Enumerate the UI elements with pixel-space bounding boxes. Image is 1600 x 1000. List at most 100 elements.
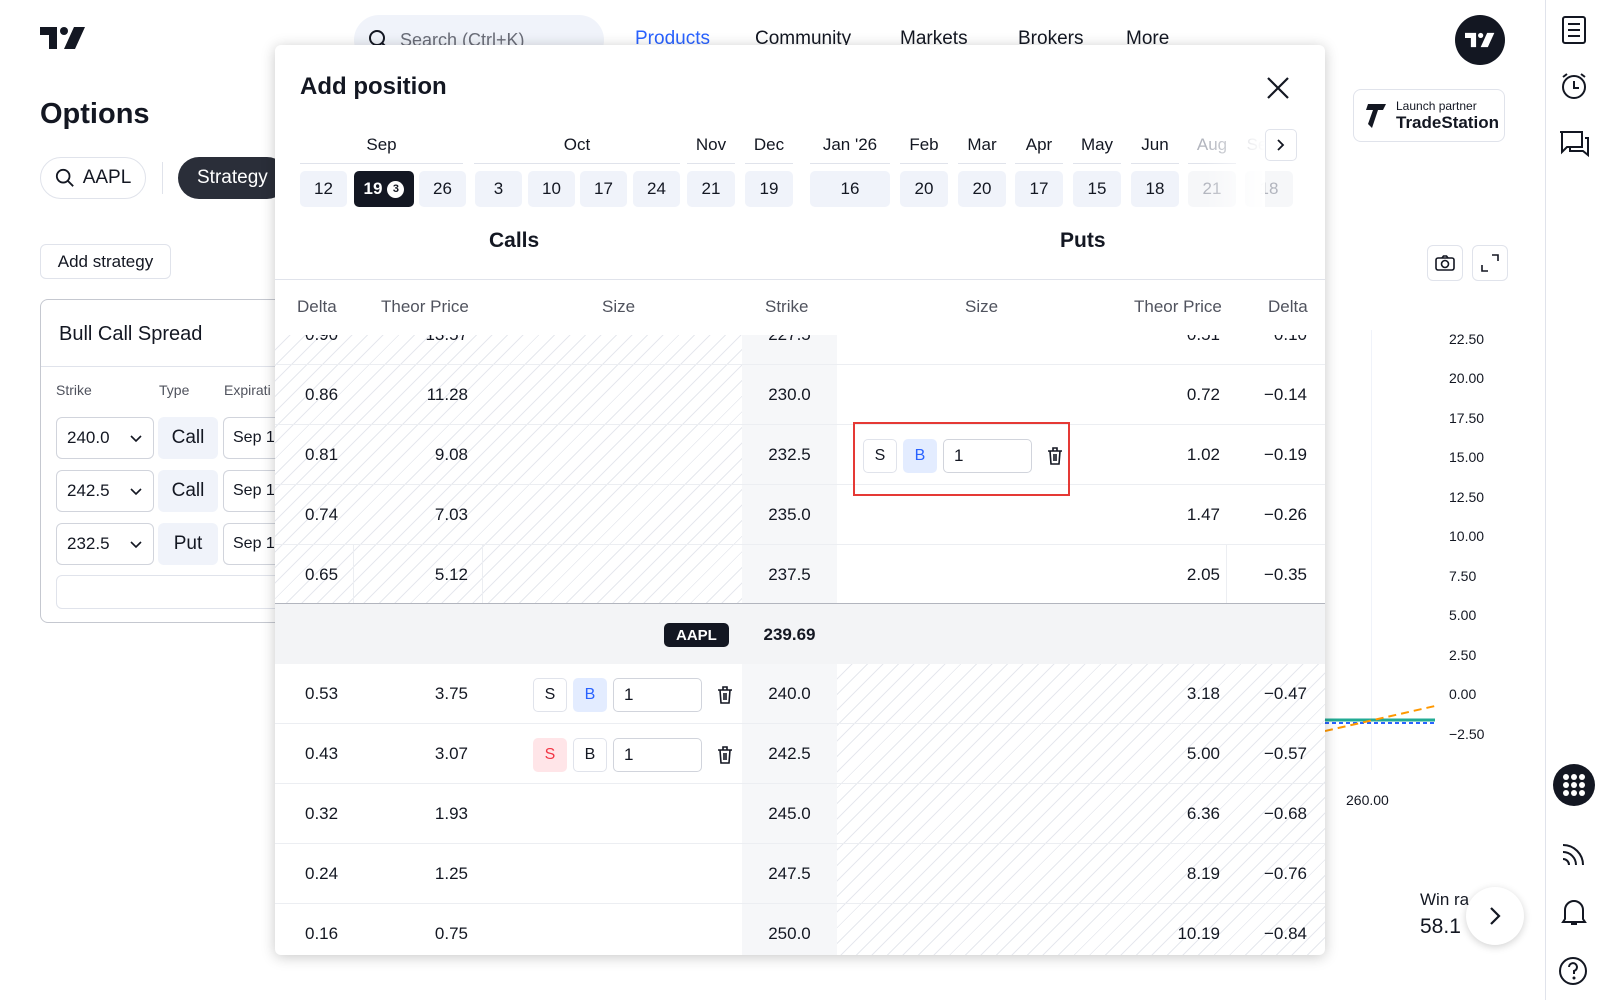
month-label: Oct — [563, 135, 591, 154]
chevron-down-icon — [130, 488, 142, 496]
add-leg-row[interactable] — [56, 575, 296, 609]
call-position-controls: S B 1 — [533, 678, 736, 712]
month-label: Apr — [1025, 135, 1053, 154]
streams-icon[interactable] — [1558, 838, 1590, 870]
table-row[interactable]: 0.86 11.28 230.0 0.72 −0.14 — [275, 365, 1325, 425]
leg-strike-value: 240.0 — [67, 428, 110, 447]
quantity-input[interactable]: 1 — [613, 678, 702, 712]
expiry-day-selected[interactable]: 19 3 — [354, 171, 414, 207]
trash-icon[interactable] — [714, 744, 736, 766]
watchlist-icon[interactable] — [1558, 14, 1590, 46]
partner-caption: Launch partner — [1396, 98, 1477, 113]
strike-price: 247.5 — [768, 864, 811, 883]
call-theor-price: 0.75 — [434, 924, 468, 943]
next-button[interactable] — [1466, 887, 1524, 945]
highlight-box — [853, 422, 1070, 496]
column-header-call-size: Size — [602, 297, 636, 316]
put-theor-price: 10.19 — [1177, 924, 1220, 943]
strike-price: 237.5 — [768, 565, 811, 584]
expiry-day[interactable]: 21 — [687, 171, 735, 207]
screenshot-button[interactable] — [1427, 245, 1463, 281]
leg-expiration[interactable]: Sep 1 — [223, 417, 283, 459]
expiry-day[interactable]: 20 — [900, 171, 948, 207]
leg-strike-select[interactable]: 242.5 — [56, 470, 154, 512]
month-label: Jun — [1141, 135, 1169, 154]
expiry-day[interactable]: 17 — [580, 171, 627, 207]
call-delta: 0.43 — [305, 744, 339, 763]
expiry-scroll-right-button[interactable] — [1265, 129, 1297, 161]
y-axis-tick: 20.00 — [1449, 370, 1485, 386]
strike-price: 235.0 — [768, 505, 811, 524]
expiry-day[interactable]: 24 — [633, 171, 680, 207]
expiry-day[interactable]: 20 — [958, 171, 1006, 207]
fullscreen-button[interactable] — [1472, 245, 1508, 281]
chat-icon[interactable] — [1558, 128, 1590, 160]
symbol-search-button[interactable]: AAPL — [40, 157, 146, 199]
call-delta: 0.16 — [305, 924, 339, 943]
y-axis-tick: 22.50 — [1449, 331, 1485, 347]
quantity-input[interactable]: 1 — [613, 738, 702, 772]
strike-price: 232.5 — [768, 445, 811, 464]
puts-header: Puts — [1060, 229, 1106, 252]
column-header-call-theor-price: Theor Price — [381, 297, 469, 316]
chevron-down-icon — [130, 435, 142, 443]
alarm-clock-icon[interactable] — [1558, 70, 1590, 102]
month-underline — [958, 163, 1006, 164]
account-avatar[interactable] — [1455, 15, 1505, 65]
table-row[interactable]: 0.53 3.75 S B 1 240.0 3.18 −0.47 — [275, 664, 1325, 724]
table-row[interactable]: 0.16 0.75 250.0 10.19 −0.84 — [275, 904, 1325, 955]
table-row[interactable]: 0.74 7.03 235.0 1.47 −0.26 — [275, 485, 1325, 545]
buy-button[interactable]: B — [573, 738, 607, 772]
tab-strategy[interactable]: Strategy — [178, 157, 288, 199]
expiry-day[interactable]: 15 — [1073, 171, 1121, 207]
table-row[interactable]: 0.81 9.08 232.5 S B 1 1.02 −0.19 — [275, 425, 1325, 485]
expiry-day[interactable]: 19 — [745, 171, 793, 207]
expiry-day-label: 19 — [363, 179, 383, 198]
underlying-price-row: AAPL 239.69 — [275, 603, 1325, 664]
call-delta: 0.81 — [305, 445, 339, 464]
notifications-bell-icon[interactable] — [1558, 896, 1590, 928]
sell-button[interactable]: S — [533, 678, 567, 712]
leg-expiration[interactable]: Sep 1 — [223, 470, 283, 512]
payoff-lines — [1325, 705, 1436, 732]
put-theor-price: 6.36 — [1186, 804, 1220, 823]
expiry-day[interactable]: 26 — [419, 171, 466, 207]
expiry-day[interactable]: 18 — [1131, 171, 1179, 207]
table-row[interactable]: 0.43 3.07 S B 1 242.5 5.00 −0.57 — [275, 724, 1325, 784]
tradestation-partner-badge[interactable]: Launch partner TradeStation — [1353, 89, 1505, 142]
expiry-day[interactable]: 12 — [300, 171, 347, 207]
leg-type[interactable]: Call — [158, 470, 218, 512]
expiry-day[interactable]: 10 — [528, 171, 575, 207]
put-delta: −0.14 — [1263, 385, 1307, 404]
leg-type[interactable]: Put — [158, 523, 218, 565]
buy-button[interactable]: B — [573, 678, 607, 712]
leg-expiration[interactable]: Sep 1 — [223, 523, 283, 565]
leg-strike-select[interactable]: 232.5 — [56, 523, 154, 565]
expiry-day[interactable]: 3 — [475, 171, 522, 207]
month-underline — [745, 163, 793, 164]
month-underline — [474, 163, 680, 164]
help-icon[interactable] — [1558, 954, 1590, 986]
expiry-day[interactable]: 16 — [810, 171, 890, 207]
table-row[interactable]: 0.32 1.93 245.0 6.36 −0.68 — [275, 784, 1325, 844]
leg-type[interactable]: Call — [158, 417, 218, 459]
apps-grid-button[interactable] — [1553, 764, 1595, 806]
table-row[interactable]: 0.90 13.57 227.5 0.51 −0.10 — [275, 335, 1325, 365]
chevron-right-icon — [1490, 907, 1501, 925]
add-strategy-button[interactable]: Add strategy — [40, 244, 171, 279]
put-delta: −0.35 — [1263, 565, 1307, 584]
tradingview-logo[interactable] — [40, 27, 86, 49]
y-axis-tick: 0.00 — [1449, 686, 1477, 702]
call-delta: 0.53 — [305, 684, 339, 703]
win-rate-value: 58.1 — [1420, 915, 1461, 938]
sell-button[interactable]: S — [533, 738, 567, 772]
add-position-dialog: Add position Sep Oct Nov Dec Jan '26 Feb… — [275, 45, 1325, 955]
expiry-day[interactable]: 17 — [1015, 171, 1063, 207]
strike-price: 242.5 — [768, 744, 811, 763]
leg-strike-select[interactable]: 240.0 — [56, 417, 154, 459]
y-axis-tick: 5.00 — [1449, 607, 1477, 623]
trash-icon[interactable] — [714, 684, 736, 706]
close-icon[interactable] — [1265, 75, 1291, 101]
table-row[interactable]: 0.65 5.12 237.5 2.05 −0.35 — [275, 545, 1325, 605]
table-row[interactable]: 0.24 1.25 247.5 8.19 −0.76 — [275, 844, 1325, 904]
